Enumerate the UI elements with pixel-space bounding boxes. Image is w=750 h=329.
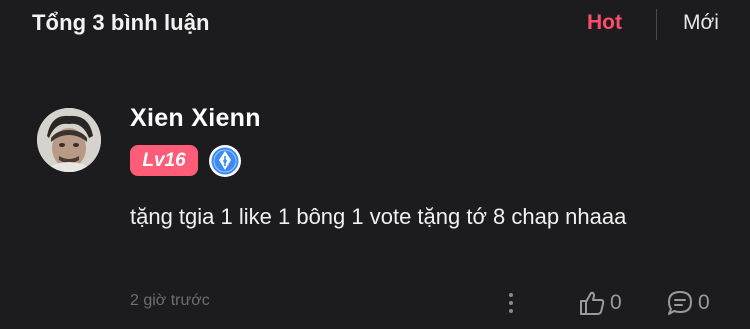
reply-button[interactable]: 0 [666, 288, 710, 318]
thumbs-up-icon [580, 291, 605, 315]
comment-text: tặng tgia 1 like 1 bông 1 vote tặng tớ 8… [130, 204, 627, 229]
username[interactable]: Xien Xienn [130, 104, 261, 133]
comments-header: Tổng 3 bình luận Hot Mới [0, 0, 750, 52]
pen-nib-icon [208, 144, 242, 178]
reply-count: 0 [698, 291, 710, 314]
avatar-image [37, 108, 101, 172]
level-badge: Lv16 [130, 145, 198, 176]
sort-new-tab[interactable]: Mới [683, 11, 719, 35]
comment-bubble-icon [668, 291, 692, 315]
comment-count-title: Tổng 3 bình luận [32, 10, 210, 35]
avatar[interactable] [37, 108, 101, 172]
comment-timestamp: 2 giờ trước [130, 292, 210, 309]
sort-divider [656, 9, 657, 40]
comments-panel: Tổng 3 bình luận Hot Mới Xien Xienn Lv16 [0, 0, 750, 329]
like-count: 0 [610, 291, 622, 314]
like-button[interactable]: 0 [578, 288, 622, 318]
sort-hot-tab[interactable]: Hot [587, 11, 622, 35]
more-options-icon[interactable] [500, 290, 522, 316]
